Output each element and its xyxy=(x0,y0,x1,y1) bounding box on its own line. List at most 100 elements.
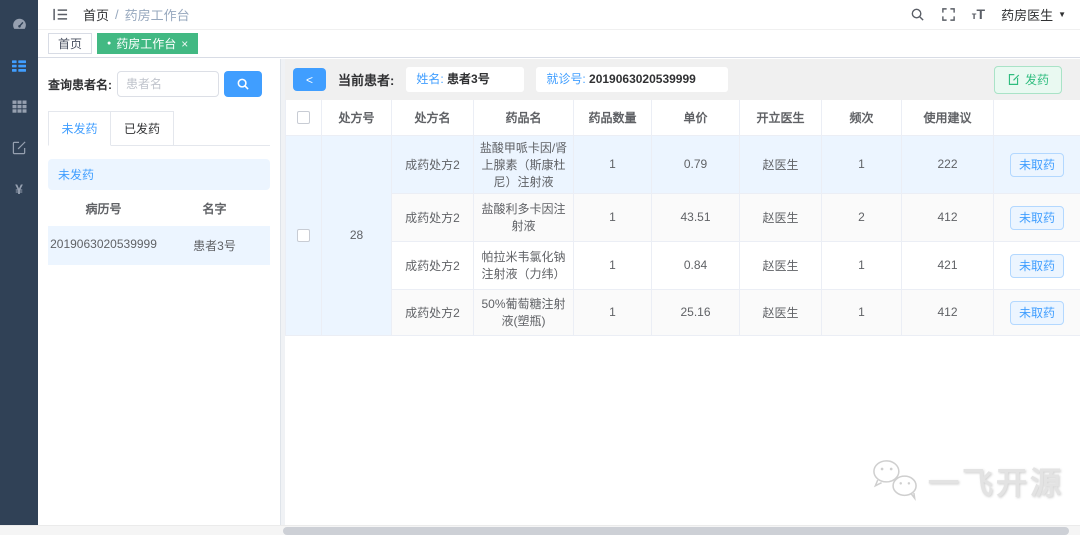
edit-icon xyxy=(12,141,26,155)
drug-name-cell: 盐酸甲哌卡因/肾上腺素（斯康杜尼）注射液 xyxy=(473,134,574,194)
tab-home[interactable]: 首页 xyxy=(48,33,93,54)
tab-undispensed[interactable]: 未发药 xyxy=(48,111,111,146)
horizontal-scrollbar xyxy=(0,525,1080,535)
sidebar-item-table[interactable] xyxy=(0,86,38,127)
advice-cell: 421 xyxy=(901,240,994,290)
fullscreen-button[interactable] xyxy=(941,7,956,22)
patient-search-label: 查询患者名: xyxy=(48,77,112,92)
patient-list-header: 病历号 名字 xyxy=(48,190,270,226)
breadcrumb: 首页 / 药房工作台 xyxy=(83,5,190,24)
freq-cell: 1 xyxy=(821,134,902,194)
patient-record-no: 2019063020539999 xyxy=(50,237,157,251)
search-icon xyxy=(237,78,249,90)
dispense-button[interactable]: 发药 xyxy=(993,65,1062,94)
navbar-actions: тT 药房医生 ▼ xyxy=(910,5,1066,24)
header-rx-name: 处方名 xyxy=(391,100,474,136)
tab-dispensed[interactable]: 已发药 xyxy=(111,111,174,145)
breadcrumb-separator: / xyxy=(115,7,119,22)
sidebar-item-worklist[interactable] xyxy=(0,45,38,86)
pharmacy-workbench-page: ¥ 首页 / 药房工作台 тT 药房医生 ▼ 首页 ● 药房工作台 × 查询患者… xyxy=(0,0,1080,535)
fontsize-large-glyph: T xyxy=(976,5,986,22)
active-dot-icon: ● xyxy=(107,40,112,47)
name-label: 姓名: xyxy=(416,72,444,86)
dispense-status-tabs: 未发药 已发药 xyxy=(48,111,270,146)
header-checkbox-cell xyxy=(285,100,322,136)
row-checkbox[interactable] xyxy=(297,229,310,243)
menu-list-icon xyxy=(12,59,26,72)
search-icon xyxy=(911,8,924,21)
dashboard-icon xyxy=(12,18,26,29)
patient-search-row: 查询患者名: xyxy=(48,71,270,97)
collapse-button[interactable]: < xyxy=(293,68,326,91)
advice-cell: 412 xyxy=(901,192,994,242)
sidebar-item-edit[interactable] xyxy=(0,127,38,168)
watermark-text: 一飞开源 xyxy=(928,465,1064,501)
header-doctor: 开立医生 xyxy=(739,100,822,136)
tab-pharmacy-label: 药房工作台 xyxy=(116,37,177,51)
not-picked-button[interactable]: 未取药 xyxy=(1009,253,1064,278)
dispense-label: 发药 xyxy=(1024,73,1049,87)
tab-close-icon[interactable]: × xyxy=(181,38,188,50)
current-patient-bar: < 当前患者: 姓名: 患者3号 就诊号: 2019063020539999 发… xyxy=(285,59,1080,100)
patient-search-input[interactable] xyxy=(117,71,219,97)
icon-sidebar: ¥ xyxy=(0,0,38,525)
drug-name-cell: 帕拉米韦氯化钠注射液（力纬） xyxy=(473,240,574,290)
sidebar-item-dashboard[interactable] xyxy=(0,4,38,45)
fontsize-button[interactable]: тT xyxy=(972,6,985,24)
header-qty: 药品数量 xyxy=(573,100,652,136)
patient-search-button[interactable] xyxy=(224,71,262,97)
table-icon xyxy=(12,100,26,113)
patient-query-panel: 查询患者名: 未发药 已发药 未发药 病历号 名字 20190630205399… xyxy=(38,59,281,525)
drug-name-cell: 盐酸利多卡因注射液 xyxy=(473,192,574,242)
not-picked-button[interactable]: 未取药 xyxy=(1009,205,1064,230)
patient-list-row[interactable]: 2019063020539999 患者3号 xyxy=(48,226,270,265)
header-search-button[interactable] xyxy=(910,7,925,22)
table-row: 28 成药处方2 盐酸甲哌卡因/肾上腺素（斯康杜尼）注射液 1 0.79 赵医生… xyxy=(285,134,1080,336)
rx-name-cell: 成药处方2 xyxy=(391,134,474,194)
select-all-checkbox[interactable] xyxy=(297,111,310,125)
doctor-cell: 赵医生 xyxy=(739,192,822,242)
action-cell: 未取药 xyxy=(993,288,1080,336)
user-dropdown[interactable]: 药房医生 ▼ xyxy=(1001,5,1066,24)
tab-pharmacy-workbench[interactable]: ● 药房工作台 × xyxy=(97,33,199,54)
breadcrumb-current: 药房工作台 xyxy=(124,8,190,23)
hamburger-icon xyxy=(53,8,68,21)
sidebar-item-fees[interactable]: ¥ xyxy=(0,168,38,209)
rx-name-cell: 成药处方2 xyxy=(391,288,474,336)
dispense-edit-icon xyxy=(1008,74,1020,85)
rx-name-cell: 成药处方2 xyxy=(391,192,474,242)
not-picked-button[interactable]: 未取药 xyxy=(1009,300,1064,325)
user-name: 药房医生 xyxy=(1001,8,1054,23)
freq-cell: 2 xyxy=(821,192,902,242)
visit-no-box: 就诊号: 2019063020539999 xyxy=(536,67,729,92)
currency-yuan-icon: ¥ xyxy=(15,180,23,197)
content-area: 查询患者名: 未发药 已发药 未发药 病历号 名字 20190630205399… xyxy=(38,59,1080,525)
col-record-no: 病历号 xyxy=(85,202,122,216)
patient-name-box: 姓名: 患者3号 xyxy=(406,67,525,92)
hamburger-toggle[interactable] xyxy=(52,7,69,22)
patient-name: 患者3号 xyxy=(193,239,236,253)
not-picked-button[interactable]: 未取药 xyxy=(1009,152,1064,177)
price-cell: 0.84 xyxy=(651,240,740,290)
horizontal-scrollbar-thumb[interactable] xyxy=(283,527,1069,535)
price-cell: 43.51 xyxy=(651,192,740,242)
price-cell: 0.79 xyxy=(651,134,740,194)
current-patient-label: 当前患者: xyxy=(338,73,395,88)
freq-cell: 1 xyxy=(821,240,902,290)
doctor-cell: 赵医生 xyxy=(739,288,822,336)
breadcrumb-home[interactable]: 首页 xyxy=(83,5,109,24)
header-drug-name: 药品名 xyxy=(473,100,574,136)
qty-cell: 1 xyxy=(573,288,652,336)
row-checkbox-cell xyxy=(285,134,322,336)
prescription-panel: < 当前患者: 姓名: 患者3号 就诊号: 2019063020539999 发… xyxy=(285,59,1080,525)
table-row: 成药处方2 盐酸利多卡因注射液 1 43.51 赵医生 2 412 未取药 xyxy=(286,192,1080,242)
top-navbar: 首页 / 药房工作台 тT 药房医生 ▼ xyxy=(38,0,1080,30)
doctor-cell: 赵医生 xyxy=(739,240,822,290)
caret-down-icon: ▼ xyxy=(1058,10,1066,19)
table-header-row: 处方号 处方名 药品名 药品数量 单价 开立医生 频次 使用建议 xyxy=(285,100,1080,136)
freq-cell: 1 xyxy=(821,288,902,336)
header-price: 单价 xyxy=(651,100,740,136)
header-rx-no: 处方号 xyxy=(321,100,392,136)
advice-cell: 412 xyxy=(901,288,994,336)
wechat-logo-icon xyxy=(873,460,917,501)
